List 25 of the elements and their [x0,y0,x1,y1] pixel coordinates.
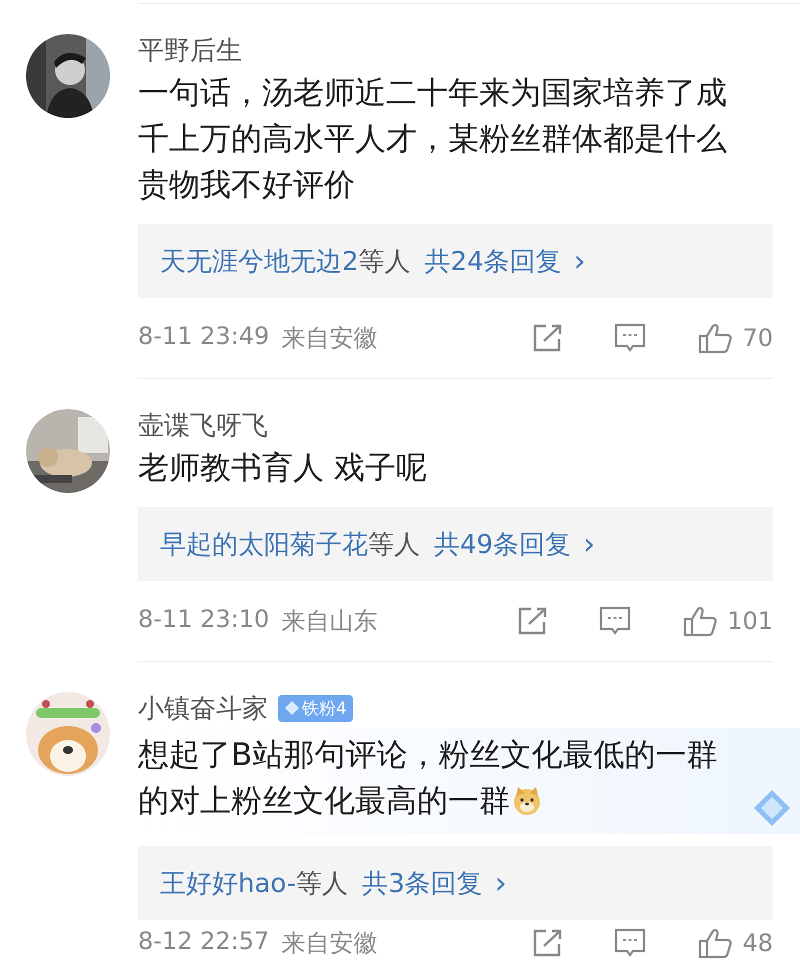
comment-text: 一句话，汤老师近二十年来为国家培养了成千上万的高水平人才，某粉丝群体都是什么贵物我不好评价 [138,75,727,203]
comment-time: 8-12 22:57 [138,927,270,957]
like-icon[interactable] [698,927,732,959]
comment-icon[interactable] [614,927,646,959]
replies-link[interactable]: 早起的太阳菊子花等人 共49条回复 › [138,507,773,581]
fan-badge: 铁粉4 [278,694,353,722]
comment-icon[interactable] [599,605,632,637]
like-icon[interactable] [683,605,718,637]
user-name[interactable]: 壶谍飞呀飞 [138,408,268,442]
like-count: 48 [742,929,773,957]
comment-time: 8-11 23:10 [138,605,270,635]
like-count: 101 [727,607,773,635]
comment-icon[interactable] [614,322,646,354]
replies-link[interactable]: 王好好hao-等人 共3条回复 › [138,846,773,920]
comment-text: 想起了B站那句评论，粉丝文化最低的一群的对上粉丝文化最高的一群 [138,737,718,819]
replies-link[interactable]: 天无涯兮地无边2等人 共24条回复 › [138,224,773,298]
comment-text: 老师教书育人 戏子呢 [138,450,427,486]
comment-time: 8-11 23:49 [138,322,270,352]
comment-location: 来自山东 [281,606,378,637]
like-count: 70 [742,324,773,352]
like-icon[interactable] [698,322,732,354]
user-name[interactable]: 小镇奋斗家 [138,690,268,726]
user-name[interactable]: 平野后生 [138,32,242,68]
comment-location: 来自安徽 [281,323,378,354]
comment-location: 来自安徽 [281,928,378,959]
